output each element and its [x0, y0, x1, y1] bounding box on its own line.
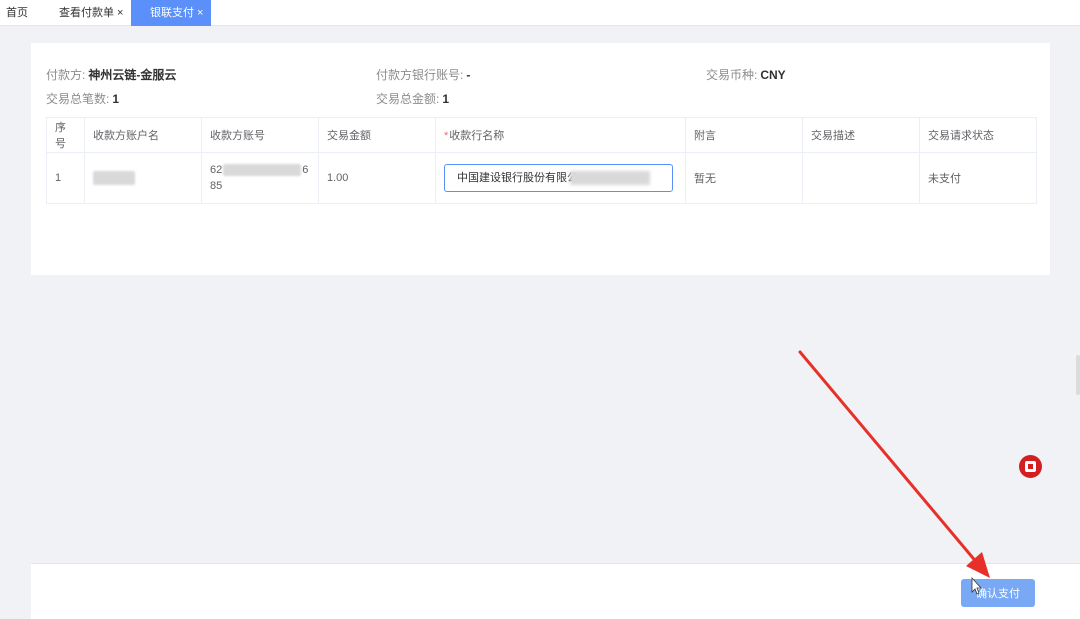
cell-status: 未支付 [919, 152, 1037, 204]
currency-label: 交易币种: [706, 68, 758, 82]
footer-bar: 确认支付 [31, 563, 1080, 619]
payment-card: 付款方: 神州云链-金服云 付款方银行账号: - 交易币种: CNY 交易总笔数: 1 … [31, 43, 1050, 275]
cell-account-no: 62 6 85 [201, 152, 319, 204]
payer-value: 神州云链-金服云 [88, 68, 177, 82]
tab-unionpay-payment[interactable]: 银联支付 × [131, 0, 211, 26]
tab-home[interactable]: 首页 [6, 0, 28, 26]
record-stop-icon[interactable] [1019, 455, 1042, 478]
total-amount-info: 交易总金额: 1 [376, 90, 449, 107]
cell-amount: 1.00 [318, 152, 436, 204]
cell-index: 1 [46, 152, 85, 204]
account-no-prefix: 62 [210, 164, 223, 176]
col-header-bank-name: *收款行名称 [435, 117, 686, 153]
total-count-info: 交易总笔数: 1 [46, 90, 119, 107]
close-icon[interactable]: × [197, 7, 203, 19]
confirm-payment-button[interactable]: 确认支付 [961, 579, 1035, 607]
payer-account-value: - [466, 68, 471, 82]
col-header-status: 交易请求状态 [919, 117, 1037, 153]
total-count-label: 交易总笔数: [46, 92, 110, 106]
account-no-suffix: 6 [302, 164, 309, 176]
redacted-account-no [223, 164, 302, 177]
redacted-bank-name [570, 171, 650, 185]
cell-description [802, 152, 920, 204]
payment-table: 序号 收款方账户名 收款方账号 交易金额 *收款行名称 附言 交易描述 交易请求… [46, 117, 1037, 204]
redacted-account-name [93, 171, 135, 185]
close-icon[interactable]: × [117, 7, 123, 19]
tab-bar: 首页 查看付款单 × 银联支付 × [0, 0, 1080, 26]
required-mark: * [444, 130, 449, 142]
payer-label: 付款方: [46, 68, 86, 82]
scrollbar-handle[interactable] [1076, 355, 1080, 395]
cell-account-name [84, 152, 202, 204]
col-header-bank-name-label: 收款行名称 [449, 130, 505, 142]
currency-value: CNY [760, 68, 786, 82]
col-header-account-name: 收款方账户名 [84, 117, 202, 153]
col-header-postscript: 附言 [685, 117, 803, 153]
currency-info: 交易币种: CNY [706, 66, 786, 83]
payer-account-label: 付款方银行账号: [376, 68, 464, 82]
col-header-description: 交易描述 [802, 117, 920, 153]
payer-account-info: 付款方银行账号: - [376, 66, 470, 83]
table-header-row: 序号 收款方账户名 收款方账号 交易金额 *收款行名称 附言 交易描述 交易请求… [46, 117, 1037, 153]
tab-home-label: 首页 [6, 7, 28, 19]
total-count-value: 1 [112, 92, 120, 106]
account-no-line2: 85 [210, 180, 223, 192]
bank-name-value: 中国建设银行股份有限公 [457, 172, 578, 184]
total-amount-value: 1 [442, 92, 450, 106]
col-header-account-no: 收款方账号 [201, 117, 319, 153]
cell-postscript: 暂无 [685, 152, 803, 204]
table-row: 1 62 6 85 1.00 中国建设银行股份有限公 暂无 未支付 [46, 152, 1037, 204]
tab-view-payment-order-label: 查看付款单 [59, 7, 114, 19]
tab-view-payment-order[interactable]: 查看付款单 × [59, 0, 123, 26]
col-header-index: 序号 [46, 117, 85, 153]
total-amount-label: 交易总金额: [376, 92, 440, 106]
bank-name-input[interactable]: 中国建设银行股份有限公 [444, 164, 673, 192]
payer-info: 付款方: 神州云链-金服云 [46, 66, 176, 83]
tab-unionpay-payment-label: 银联支付 [150, 7, 194, 19]
cell-bank-name: 中国建设银行股份有限公 [435, 152, 686, 204]
annotation-arrow-shaft [798, 350, 980, 566]
col-header-amount: 交易金额 [318, 117, 436, 153]
